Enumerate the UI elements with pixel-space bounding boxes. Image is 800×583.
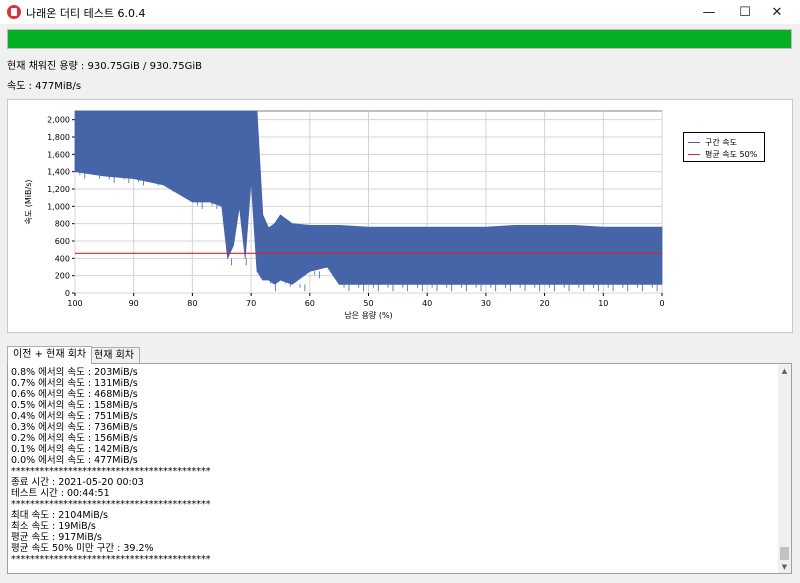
legend-swatch bbox=[688, 142, 700, 143]
x-tick-label: 20 bbox=[540, 299, 550, 308]
x-tick-label: 50 bbox=[363, 299, 373, 308]
y-tick-label: 1,200 bbox=[47, 185, 70, 194]
log-line: 0.5% 에서의 속도 : 158MiB/s bbox=[11, 400, 138, 411]
log-line: 0.3% 에서의 속도 : 736MiB/s bbox=[11, 422, 138, 433]
y-tick-label: 200 bbox=[55, 272, 70, 281]
x-tick-label: 70 bbox=[246, 299, 256, 308]
log-line: 평균 속도 50% 미만 구간 : 39.2% bbox=[11, 543, 154, 554]
tab-all-rounds[interactable]: 이전 + 현재 회차 bbox=[7, 346, 93, 364]
log-line: 종료 시간 : 2021-05-20 00:03 bbox=[11, 477, 144, 488]
legend-item-interval-speed: 구간 속도 bbox=[688, 137, 737, 148]
log-line: 0.6% 에서의 속도 : 468MiB/s bbox=[11, 389, 138, 400]
y-tick-label: 1,400 bbox=[47, 168, 70, 177]
x-tick-label: 100 bbox=[67, 299, 82, 308]
x-tick-label: 90 bbox=[129, 299, 139, 308]
tab-current-round[interactable]: 현재 회차 bbox=[88, 347, 140, 364]
log-line: 0.1% 에서의 속도 : 142MiB/s bbox=[11, 444, 138, 455]
chart-legend: 구간 속도 평균 속도 50% bbox=[683, 132, 765, 162]
y-tick-label: 600 bbox=[55, 237, 70, 246]
x-tick-label: 30 bbox=[481, 299, 491, 308]
log-line: 최대 속도 : 2104MiB/s bbox=[11, 510, 108, 521]
log-textbox[interactable]: 0.8% 에서의 속도 : 203MiB/s 0.7% 에서의 속도 : 131M… bbox=[7, 363, 792, 574]
scroll-up-arrow-icon[interactable]: ▲ bbox=[778, 364, 791, 377]
y-tick-label: 1,600 bbox=[47, 150, 70, 159]
y-tick-label: 1,000 bbox=[47, 202, 70, 211]
y-tick-label: 2,000 bbox=[47, 116, 70, 125]
legend-label: 평균 속도 50% bbox=[705, 150, 758, 159]
scroll-thumb[interactable] bbox=[780, 547, 789, 560]
x-tick-label: 40 bbox=[422, 299, 432, 308]
legend-label: 구간 속도 bbox=[705, 138, 737, 147]
log-line: 0.2% 에서의 속도 : 156MiB/s bbox=[11, 433, 138, 444]
vertical-scrollbar[interactable]: ▲ ▼ bbox=[778, 364, 791, 573]
log-line: ****************************************… bbox=[11, 499, 211, 510]
y-tick-label: 1,800 bbox=[47, 133, 70, 142]
log-line: ****************************************… bbox=[11, 466, 211, 477]
log-line: 테스트 시간 : 00:44:51 bbox=[11, 488, 110, 499]
x-tick-label: 60 bbox=[305, 299, 315, 308]
x-tick-label: 80 bbox=[187, 299, 197, 308]
log-line: 평균 속도 : 917MiB/s bbox=[11, 532, 102, 543]
legend-swatch bbox=[688, 154, 700, 155]
log-line: 0.0% 에서의 속도 : 477MiB/s bbox=[11, 455, 138, 466]
y-axis-label: 속도 (MiB/s) bbox=[24, 180, 33, 225]
x-axis-label: 남은 용량 (%) bbox=[344, 310, 392, 320]
y-tick-label: 800 bbox=[55, 220, 70, 229]
x-tick-label: 10 bbox=[598, 299, 608, 308]
y-tick-label: 400 bbox=[55, 254, 70, 263]
log-line: ****************************************… bbox=[11, 554, 211, 565]
x-tick-label: 0 bbox=[659, 299, 664, 308]
log-line: 최소 속도 : 19MiB/s bbox=[11, 521, 96, 532]
y-tick-label: 0 bbox=[65, 289, 70, 298]
legend-item-average-speed: 평균 속도 50% bbox=[688, 149, 757, 160]
log-line: 0.4% 에서의 속도 : 751MiB/s bbox=[11, 411, 138, 422]
log-line: 0.7% 에서의 속도 : 131MiB/s bbox=[11, 378, 138, 389]
log-line: 0.8% 에서의 속도 : 203MiB/s bbox=[11, 367, 138, 378]
scroll-down-arrow-icon[interactable]: ▼ bbox=[778, 560, 791, 573]
